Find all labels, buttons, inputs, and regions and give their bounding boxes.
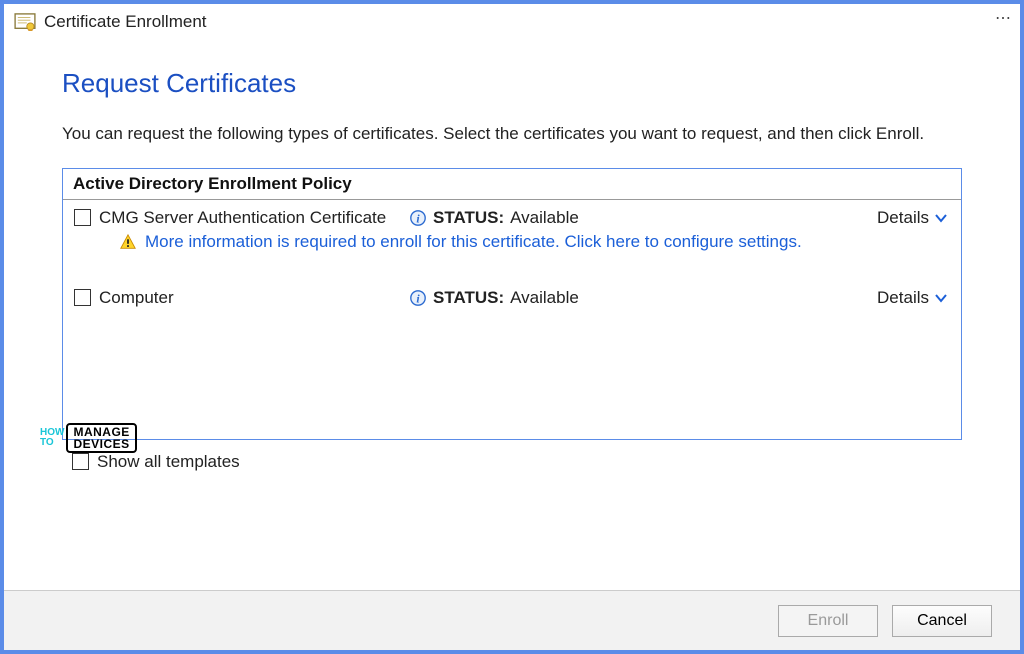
details-button-computer[interactable]: Details	[877, 288, 947, 308]
enrollment-policy-box: Active Directory Enrollment Policy CMG S…	[62, 168, 962, 440]
warning-icon	[119, 233, 137, 251]
certificate-checkbox-computer[interactable]	[74, 289, 91, 306]
titlebar: Certificate Enrollment ⋯	[4, 4, 1020, 38]
status-wrap: i STATUS: Available	[409, 288, 877, 308]
show-all-templates-row: Show all templates	[62, 440, 962, 472]
info-icon: i	[409, 209, 427, 227]
certificate-row: Computer i STATUS: Available Details	[63, 280, 961, 310]
content-area: Request Certificates You can request the…	[4, 38, 1020, 590]
certificate-row: CMG Server Authentication Certificate i …	[63, 200, 961, 230]
details-button-cmg[interactable]: Details	[877, 208, 947, 228]
info-icon: i	[409, 289, 427, 307]
cancel-button[interactable]: Cancel	[892, 605, 992, 637]
dialog-window: Certificate Enrollment ⋯ Request Certifi…	[0, 0, 1024, 654]
configure-settings-link[interactable]: More information is required to enroll f…	[145, 232, 802, 252]
more-options-icon[interactable]: ⋯	[995, 8, 1012, 28]
show-all-templates-label: Show all templates	[97, 452, 240, 472]
details-label: Details	[877, 288, 929, 308]
enroll-button[interactable]: Enroll	[778, 605, 878, 637]
certificate-name: Computer	[99, 288, 409, 308]
status-label: STATUS:	[433, 208, 504, 228]
chevron-down-icon	[935, 292, 947, 304]
certificate-checkbox-cmg[interactable]	[74, 209, 91, 226]
details-label: Details	[877, 208, 929, 228]
status-label: STATUS:	[433, 288, 504, 308]
status-value: Available	[510, 208, 579, 228]
chevron-down-icon	[935, 212, 947, 224]
certificate-name: CMG Server Authentication Certificate	[99, 208, 409, 228]
policy-header: Active Directory Enrollment Policy	[63, 169, 961, 200]
show-all-templates-checkbox[interactable]	[72, 453, 89, 470]
page-heading: Request Certificates	[62, 68, 962, 99]
titlebar-title: Certificate Enrollment	[44, 12, 207, 32]
dialog-footer: Enroll Cancel	[4, 590, 1020, 650]
status-wrap: i STATUS: Available	[409, 208, 877, 228]
certificate-warning-row: More information is required to enroll f…	[63, 230, 961, 256]
certificate-icon	[14, 13, 36, 31]
status-value: Available	[510, 288, 579, 308]
page-description: You can request the following types of c…	[62, 123, 962, 146]
